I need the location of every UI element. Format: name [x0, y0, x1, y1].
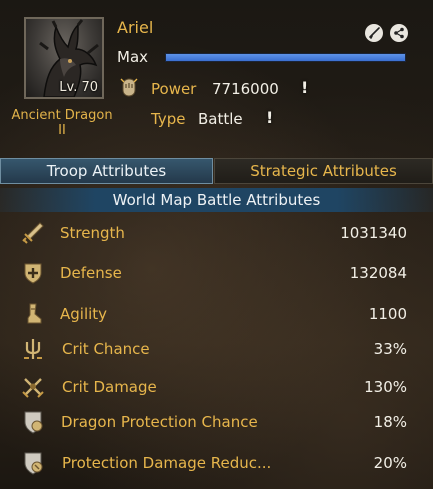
attribute-row-crit-damage: Crit Damage 130% — [0, 372, 433, 402]
section-title: World Map Battle Attributes — [0, 188, 433, 212]
attribute-value: 33% — [373, 340, 407, 358]
trident-icon — [24, 339, 42, 359]
attribute-label: Crit Chance — [62, 340, 150, 358]
rename-button[interactable] — [365, 24, 383, 42]
attribute-row-crit-chance: Crit Chance 33% — [0, 334, 433, 364]
attribute-value: 20% — [373, 454, 407, 472]
attribute-value: 1031340 — [340, 224, 407, 242]
attribute-label: Defense — [60, 264, 122, 282]
attribute-row-dragon-protection-chance: Dragon Protection Chance 18% — [0, 407, 433, 437]
attribute-value: 132084 — [349, 264, 407, 282]
attribute-label: Crit Damage — [62, 378, 157, 396]
power-value: 7716000 — [212, 80, 279, 98]
boot-icon — [27, 303, 42, 324]
attribute-label: Agility — [60, 305, 108, 323]
attribute-row-defense: Defense 132084 — [0, 258, 433, 288]
attribute-value: 1100 — [368, 305, 407, 323]
level-progress-fill — [166, 54, 405, 61]
level-max-label: Max — [117, 48, 149, 66]
sword-icon — [22, 222, 44, 244]
crossed-swords-icon — [22, 378, 44, 398]
attribute-label: Protection Damage Reduc... — [62, 454, 272, 472]
share-icon — [394, 27, 404, 39]
attribute-row-agility: Agility 1100 — [0, 299, 433, 329]
attribute-label: Dragon Protection Chance — [61, 413, 258, 431]
attribute-row-strength: Strength 1031340 — [0, 218, 433, 248]
power-info-icon[interactable]: ! — [301, 78, 308, 97]
dragon-portrait[interactable]: Lv. 70 — [24, 17, 104, 99]
tab-troop-attributes[interactable]: Troop Attributes — [0, 158, 213, 184]
type-label: Type — [151, 110, 186, 128]
shield-plus-icon — [24, 263, 42, 284]
dragon-attributes-panel: Lv. 70 Ancient Dragon II Ariel Max Power … — [0, 0, 433, 489]
player-name: Ariel — [117, 18, 154, 37]
attribute-value: 18% — [373, 413, 407, 431]
power-label: Power — [151, 80, 197, 98]
dragon-name: Ancient Dragon II — [11, 108, 113, 138]
power-fist-icon — [120, 78, 138, 97]
attribute-value: 130% — [364, 378, 407, 396]
tab-strategic-attributes[interactable]: Strategic Attributes — [214, 158, 433, 184]
dragon-level: Lv. 70 — [59, 80, 98, 95]
shield-reduce-icon — [24, 452, 43, 475]
attribute-label: Strength — [60, 224, 125, 242]
share-button[interactable] — [390, 24, 408, 42]
type-info-icon[interactable]: ! — [266, 108, 273, 127]
shield-dragon-icon — [24, 411, 43, 434]
quill-icon — [369, 27, 380, 39]
attribute-row-protection-damage-reduction: Protection Damage Reduc... 20% — [0, 448, 433, 478]
type-value: Battle — [198, 110, 243, 128]
level-progress-bar — [165, 53, 406, 62]
